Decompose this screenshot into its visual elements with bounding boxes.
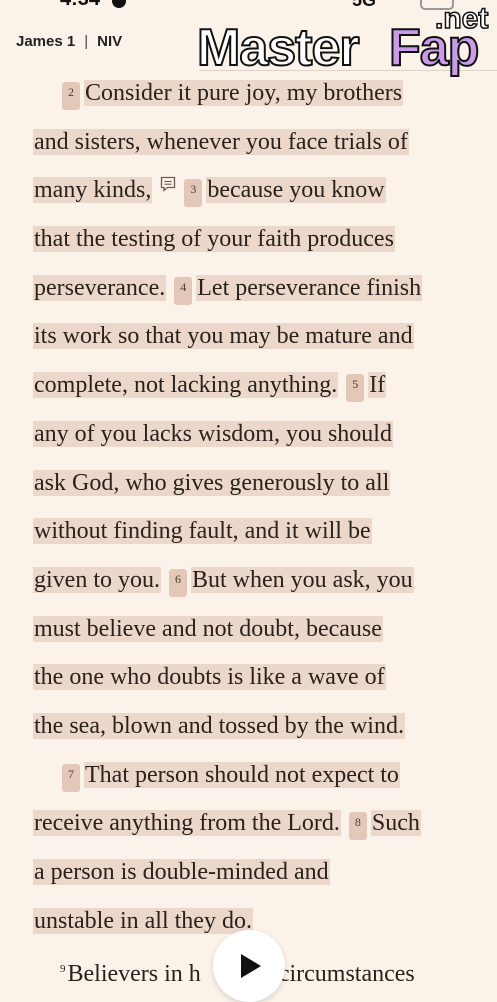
- verse-text[interactable]: circumstances: [279, 961, 415, 987]
- verse-text[interactable]: Such: [370, 810, 421, 837]
- verse-line: a person is double-minded and: [33, 851, 473, 900]
- verse-text[interactable]: unstable in all they do.: [33, 907, 253, 934]
- version-label[interactable]: NIV: [97, 33, 122, 50]
- verse-text[interactable]: a person is double-minded and: [33, 859, 330, 885]
- verse-line: the one who doubts is like a wave of: [33, 656, 473, 705]
- battery-icon: [420, 0, 454, 10]
- verse-text[interactable]: any of you lacks wisdom, you should: [33, 420, 393, 447]
- reader-header: James 1 | NIV: [0, 22, 497, 71]
- verse-text[interactable]: perseverance.: [33, 274, 167, 301]
- verse-text[interactable]: must believe and not doubt, because: [33, 615, 383, 642]
- verse-text[interactable]: Let perseverance finish: [196, 274, 423, 301]
- verse-text[interactable]: the sea, blown and tossed by the wind.: [33, 712, 405, 739]
- verse-number[interactable]: 7: [62, 763, 80, 792]
- verse-number[interactable]: 8: [348, 812, 367, 841]
- book-chapter-label[interactable]: James 1: [16, 33, 75, 50]
- verse-text[interactable]: Believers in h: [68, 961, 201, 987]
- scripture-passage: 2 Consider it pure joy, my brothers and si…: [33, 72, 473, 997]
- verse-text[interactable]: But when you ask, you: [191, 566, 414, 593]
- verse-text[interactable]: ask God, who gives generously to all: [33, 469, 391, 496]
- verse-text[interactable]: many kinds,: [33, 177, 153, 204]
- status-time: 4:34: [60, 0, 100, 11]
- verse-line: perseverance. 4 Let perseverance finish: [33, 267, 473, 316]
- verse-text[interactable]: and sisters, whenever you face trials of: [33, 128, 409, 155]
- verse-text[interactable]: given to you.: [33, 566, 161, 593]
- note-icon[interactable]: [160, 175, 176, 193]
- verse-line: receive anything from the Lord. 8 Such: [33, 802, 473, 851]
- header-divider: [200, 70, 497, 71]
- verse-text[interactable]: If: [368, 372, 387, 399]
- verse-number[interactable]: 2: [62, 82, 80, 110]
- verse-number[interactable]: 9: [60, 963, 66, 975]
- reference-divider: |: [84, 32, 89, 50]
- verse-line: 2 Consider it pure joy, my brothers: [33, 72, 473, 121]
- status-bar: 4:34 5G: [0, 0, 497, 12]
- verse-number[interactable]: 4: [174, 276, 193, 305]
- verse-text[interactable]: the one who doubts is like a wave of: [33, 664, 386, 691]
- verse-text[interactable]: without finding fault, and it will be: [33, 518, 372, 545]
- verse-text[interactable]: complete, not lacking anything.: [33, 372, 339, 399]
- verse-number[interactable]: 3: [184, 179, 203, 208]
- verse-text[interactable]: because you know: [206, 177, 386, 204]
- verse-text[interactable]: its work so that you may be mature and: [33, 323, 414, 350]
- verse-number[interactable]: 5: [346, 374, 365, 403]
- verse-number[interactable]: 6: [169, 568, 187, 597]
- verse-text[interactable]: that the testing of your faith produces: [33, 226, 395, 253]
- verse-line: and sisters, whenever you face trials of: [33, 121, 473, 170]
- verse-line: without finding fault, and it will be: [33, 510, 473, 559]
- play-icon: [241, 954, 261, 978]
- recording-indicator-icon: [112, 0, 126, 8]
- verse-line: ask God, who gives generously to all: [33, 462, 473, 511]
- verse-line: many kinds, 3 because you know: [33, 169, 473, 218]
- verse-line: its work so that you may be mature and: [33, 315, 473, 364]
- verse-line: must believe and not doubt, because: [33, 608, 473, 657]
- verse-text[interactable]: That person should not expect to: [84, 761, 400, 788]
- verse-line: that the testing of your faith produces: [33, 218, 473, 267]
- verse-line: 7 That person should not expect to: [33, 754, 473, 803]
- verse-line: any of you lacks wisdom, you should: [33, 413, 473, 462]
- audio-play-button[interactable]: [213, 930, 285, 1002]
- verse-text[interactable]: receive anything from the Lord.: [33, 810, 341, 837]
- signal-indicator: 5G: [352, 0, 377, 10]
- verse-line: complete, not lacking anything. 5 If: [33, 364, 473, 413]
- verse-line: the sea, blown and tossed by the wind.: [33, 705, 473, 754]
- verse-text[interactable]: Consider it pure joy, my brothers: [84, 80, 404, 106]
- verse-line: given to you. 6 But when you ask, you: [33, 559, 473, 608]
- reference-selector[interactable]: James 1 | NIV: [16, 28, 122, 54]
